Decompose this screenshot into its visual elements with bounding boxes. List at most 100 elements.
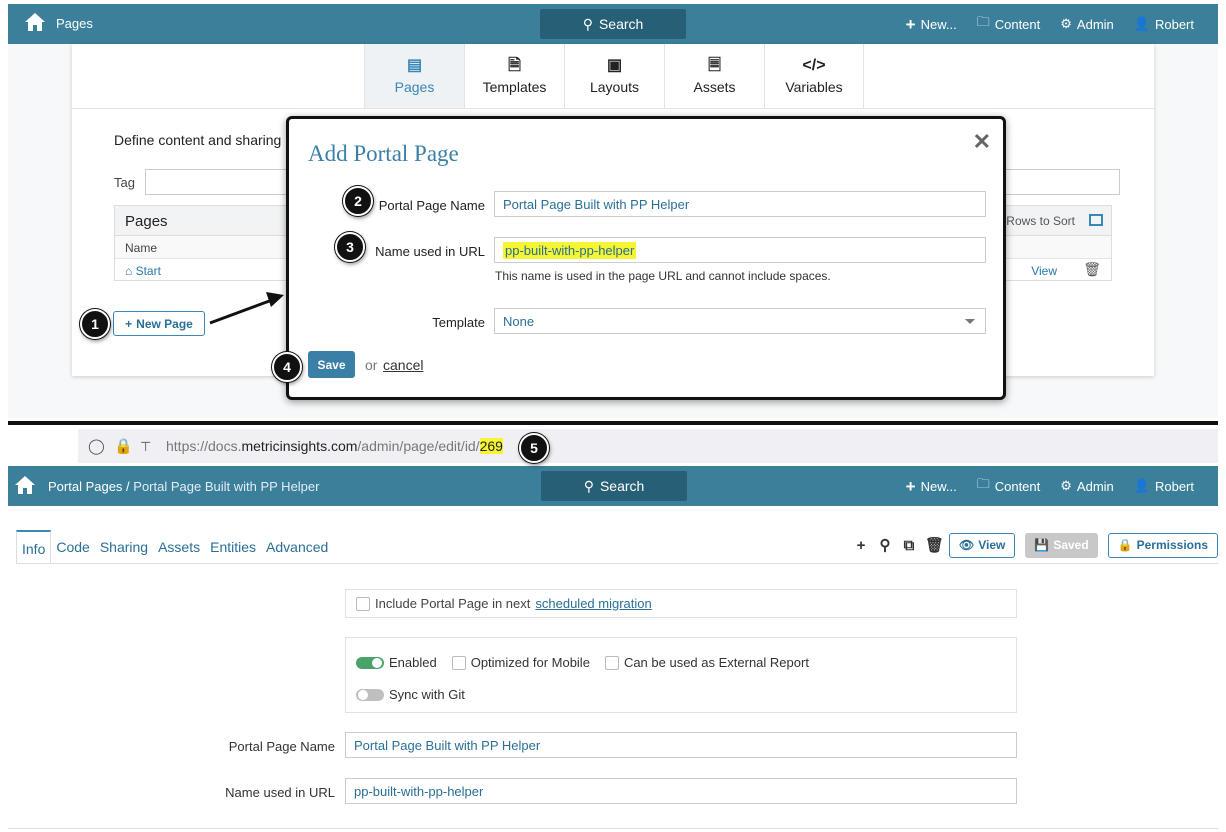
options-box: Enabled Optimized for Mobile Can be used… (345, 637, 1017, 713)
tutorial-screenshot: Pages ⚲ Search + New... 🗀 Content ⚙ Admin 👤… (0, 0, 1226, 832)
plus-icon: + (905, 476, 916, 496)
optimized-label: Optimized for Mobile (470, 655, 590, 670)
content-menu[interactable]: 🗀 Content (977, 475, 1041, 497)
callout-2: 2 (343, 186, 373, 216)
page-tabs: Info Code Sharing Assets Entities Advanc… (16, 530, 333, 564)
tab-info[interactable]: Info (16, 530, 52, 564)
rows-to-sort-link[interactable]: Rows to Sort (1006, 214, 1075, 228)
external-report-checkbox[interactable] (604, 655, 619, 670)
modal-title: Add Portal Page (308, 141, 459, 166)
user-icon: 👤 (1133, 478, 1150, 493)
gear-icon: ⚙ (1060, 478, 1072, 493)
breadcrumb-root[interactable]: Portal Pages (48, 479, 122, 494)
permissions-icon: ⊤ (140, 439, 152, 454)
caret-down-icon (965, 319, 975, 324)
table-title: Pages (125, 213, 168, 230)
home-icon[interactable] (24, 12, 46, 32)
url-hint: This name is used in the page URL and ca… (495, 269, 831, 283)
search-icon: ⚲ (582, 15, 593, 32)
breadcrumb: Portal Pages / Portal Page Built with PP… (48, 479, 320, 494)
admin-menu[interactable]: ⚙ Admin (1060, 16, 1114, 32)
lock-icon: 🔒 (114, 438, 133, 455)
view-button[interactable]: 👁 View (948, 532, 1016, 558)
editor-tabs: ▤ Pages 🗎 Templates ▣ Layouts 🗏 Assets </> Va… (364, 44, 864, 108)
sync-git-toggle[interactable] (356, 688, 384, 701)
copy-icon[interactable]: ⧉ (901, 537, 917, 554)
trash-icon[interactable]: 🗑 (1083, 261, 1101, 278)
optimized-checkbox[interactable] (451, 655, 466, 670)
saved-button[interactable]: 💾 Saved (1025, 532, 1098, 558)
new-page-button[interactable]: + New Page (113, 311, 205, 336)
trash-icon[interactable]: 🗑 (925, 536, 944, 554)
plus-icon: + (905, 14, 916, 34)
external-report-label: Can be used as External Report (623, 655, 809, 670)
sync-git-label: Sync with Git (389, 687, 465, 702)
admin-menu[interactable]: ⚙ Admin (1060, 478, 1114, 494)
pages-editor-panel: Pages ⚲ Search + New... 🗀 Content ⚙ Admin 👤… (8, 4, 1218, 418)
tab-layouts[interactable]: ▣ Layouts (564, 44, 664, 108)
tab-code[interactable]: Code (51, 530, 94, 564)
columns-icon[interactable] (1089, 214, 1103, 226)
tab-sharing[interactable]: Sharing (95, 530, 153, 564)
url-name-input[interactable]: pp-built-with-pp-helper (345, 778, 1017, 804)
lock-icon: 🔒 (1117, 538, 1133, 552)
url-name-value: pp-built-with-pp-helper (503, 242, 637, 259)
tab-entities[interactable]: Entities (205, 530, 261, 564)
save-icon: 💾 (1034, 538, 1050, 552)
new-menu[interactable]: + New... (906, 478, 957, 495)
eye-icon: 👁 (958, 538, 975, 552)
plus-icon: + (125, 316, 133, 331)
search-button[interactable]: ⚲ Search (540, 9, 686, 39)
top-navbar: Pages ⚲ Search + New... 🗀 Content ⚙ Admin 👤… (8, 4, 1218, 44)
user-menu[interactable]: 👤 Robert (1134, 16, 1194, 32)
migration-label: Include Portal Page in next (375, 596, 531, 611)
search-icon[interactable]: ⚲ (877, 536, 893, 554)
gear-icon: ⚙ (1060, 16, 1072, 31)
user-menu[interactable]: 👤 Robert (1134, 478, 1194, 494)
url-name-label: Name used in URL (375, 244, 485, 259)
start-page-link[interactable]: ⌂ Start (125, 264, 161, 278)
breadcrumb-current: Portal Page Built with PP Helper (133, 479, 320, 494)
view-link[interactable]: View (1031, 264, 1057, 278)
breadcrumb[interactable]: Pages (56, 16, 93, 31)
url-name-input[interactable]: pp-built-with-pp-helper (494, 237, 986, 263)
tag-label: Tag (114, 175, 135, 190)
tab-templates[interactable]: 🗎 Templates (464, 44, 564, 108)
portal-page-name-input[interactable]: Portal Page Built with PP Helper (345, 732, 1017, 758)
define-text: Define content and sharing (114, 132, 282, 148)
portal-page-info-panel: ◯ 🔒 ⊤ https://docs.metricinsights.com/ad… (8, 425, 1218, 829)
home-icon[interactable] (14, 475, 36, 495)
tab-advanced[interactable]: Advanced (261, 530, 333, 564)
portal-page-name-label: Portal Page Name (228, 739, 335, 754)
folder-icon: 🗀 (976, 476, 990, 491)
migration-checkbox[interactable] (356, 596, 370, 611)
callout-1: 1 (80, 309, 110, 339)
variables-icon: </> (802, 57, 826, 74)
url-text: https://docs.metricinsights.com/admin/pa… (166, 438, 503, 454)
tab-variables[interactable]: </> Variables (764, 44, 864, 108)
save-button[interactable]: Save (308, 351, 355, 378)
tab-assets[interactable]: Assets (153, 530, 205, 564)
enabled-toggle[interactable] (356, 656, 384, 669)
tab-assets[interactable]: 🗏 Assets (664, 44, 764, 108)
template-select[interactable]: None (494, 308, 986, 334)
permissions-button[interactable]: 🔒 Permissions (1107, 532, 1218, 558)
search-icon: ⚲ (583, 477, 594, 494)
user-icon: 👤 (1133, 16, 1150, 31)
page-toolbar: + ⚲ ⧉ 🗑 👁 View 💾 Saved 🔒 Permissions (853, 531, 1218, 559)
column-name[interactable]: Name (125, 241, 157, 255)
new-menu[interactable]: + New... (906, 16, 957, 33)
scheduled-migration-link[interactable]: scheduled migration (535, 596, 651, 611)
close-icon[interactable]: ✕ (973, 131, 991, 153)
search-button[interactable]: ⚲ Search (541, 471, 687, 501)
add-icon[interactable]: + (853, 537, 869, 554)
cancel-link[interactable]: cancel (383, 357, 423, 373)
home-icon: ⌂ (125, 264, 136, 278)
template-label: Template (432, 315, 485, 330)
portal-page-name-input[interactable]: Portal Page Built with PP Helper (494, 191, 986, 217)
content-menu[interactable]: 🗀 Content (977, 13, 1041, 35)
shield-icon: ◯ (88, 438, 105, 455)
divider (16, 563, 1218, 564)
browser-address-bar[interactable]: ◯ 🔒 ⊤ https://docs.metricinsights.com/ad… (78, 429, 1218, 463)
tab-pages[interactable]: ▤ Pages (364, 44, 464, 108)
